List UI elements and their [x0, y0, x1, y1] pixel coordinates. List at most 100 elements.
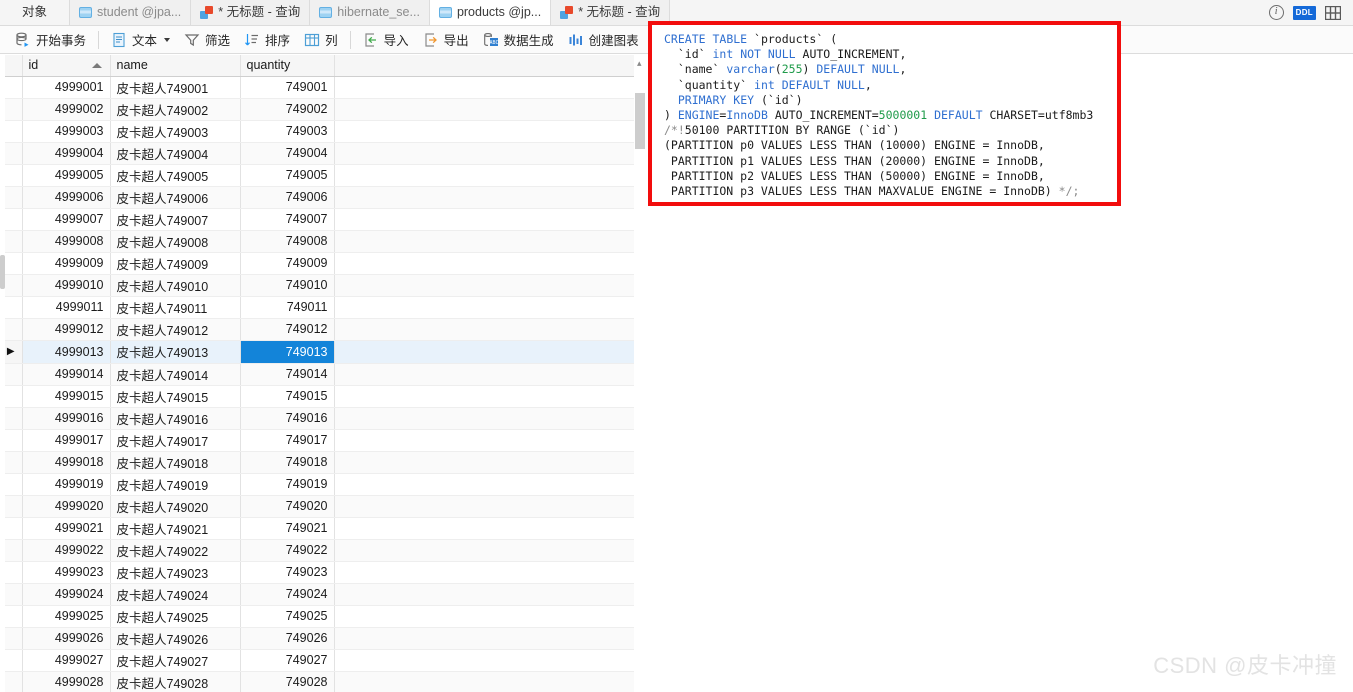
left-edge-scrollbar-thumb[interactable] [0, 255, 5, 289]
data-grid[interactable]: id name quantity 4999001 皮卡超人749001 749001… [0, 55, 646, 692]
cell-name[interactable]: 皮卡超人749013 [110, 340, 241, 364]
table-row[interactable]: 4999021 皮卡超人749021 749021 [0, 517, 645, 540]
cell-quantity[interactable]: 749025 [240, 605, 335, 628]
cell-id[interactable]: 4999015 [22, 385, 111, 408]
cell-quantity[interactable]: 749023 [240, 561, 335, 584]
cell-name[interactable]: 皮卡超人749025 [110, 605, 241, 628]
cell-id[interactable]: 4999005 [22, 164, 111, 187]
cell-quantity[interactable]: 749022 [240, 539, 335, 562]
filter-button[interactable]: 筛选 [177, 28, 237, 52]
table-row[interactable]: 4999010 皮卡超人749010 749010 [0, 274, 645, 297]
cell-quantity[interactable]: 749012 [240, 318, 335, 341]
tab-objects[interactable]: 对象 [0, 0, 71, 25]
cell-name[interactable]: 皮卡超人749015 [110, 385, 241, 408]
cell-id[interactable]: 4999010 [22, 274, 111, 297]
cell-id[interactable]: 4999019 [22, 473, 111, 496]
left-edge-scrollbar[interactable] [0, 55, 5, 692]
cell-id[interactable]: 4999014 [22, 363, 111, 386]
export-button[interactable]: 导出 [416, 28, 476, 52]
cell-quantity[interactable]: 749006 [240, 186, 335, 209]
cell-name[interactable]: 皮卡超人749008 [110, 230, 241, 253]
table-row[interactable]: 4999026 皮卡超人749026 749026 [0, 627, 645, 650]
grid-vertical-scrollbar-thumb[interactable] [635, 93, 645, 149]
cell-quantity[interactable]: 749002 [240, 98, 335, 121]
cell-name[interactable]: 皮卡超人749023 [110, 561, 241, 584]
table-row[interactable]: 4999027 皮卡超人749027 749027 [0, 649, 645, 672]
cell-id[interactable]: 4999027 [22, 649, 111, 672]
table-row[interactable]: 4999003 皮卡超人749003 749003 [0, 120, 645, 143]
cell-name[interactable]: 皮卡超人749004 [110, 142, 241, 165]
cell-quantity[interactable]: 749024 [240, 583, 335, 606]
cell-id[interactable]: 4999001 [22, 76, 111, 99]
cell-quantity[interactable]: 749018 [240, 451, 335, 474]
cell-id[interactable]: 4999013 [22, 340, 111, 364]
table-row[interactable]: 4999011 皮卡超人749011 749011 [0, 296, 645, 319]
cell-id[interactable]: 4999028 [22, 671, 111, 692]
table-row[interactable]: 4999020 皮卡超人749020 749020 [0, 495, 645, 518]
table-row[interactable]: 4999015 皮卡超人749015 749015 [0, 385, 645, 408]
cell-name[interactable]: 皮卡超人749017 [110, 429, 241, 452]
cell-quantity[interactable]: 749028 [240, 671, 335, 692]
cell-name[interactable]: 皮卡超人749010 [110, 274, 241, 297]
ddl-sql-text[interactable]: CREATE TABLE `products` ( `id` int NOT N… [664, 32, 1113, 199]
cell-quantity[interactable]: 749005 [240, 164, 335, 187]
tab-1[interactable]: * 无标题 - 查询 [191, 0, 311, 25]
table-row[interactable]: 4999004 皮卡超人749004 749004 [0, 142, 645, 165]
columns-button[interactable]: 列 [297, 28, 345, 52]
cell-id[interactable]: 4999025 [22, 605, 111, 628]
tab-2[interactable]: hibernate_se... [310, 0, 430, 25]
table-row[interactable]: 4999025 皮卡超人749025 749025 [0, 605, 645, 628]
cell-quantity[interactable]: 749026 [240, 627, 335, 650]
grid-layout-icon[interactable] [1325, 5, 1341, 20]
cell-name[interactable]: 皮卡超人749026 [110, 627, 241, 650]
cell-quantity[interactable]: 749011 [240, 296, 335, 319]
cell-quantity[interactable]: 749020 [240, 495, 335, 518]
cell-quantity[interactable]: 749001 [240, 76, 335, 99]
sort-button[interactable]: 排序 [237, 28, 297, 52]
cell-name[interactable]: 皮卡超人749022 [110, 539, 241, 562]
cell-name[interactable]: 皮卡超人749006 [110, 186, 241, 209]
cell-id[interactable]: 4999007 [22, 208, 111, 231]
table-row[interactable]: 4999001 皮卡超人749001 749001 [0, 76, 645, 99]
column-header-quantity[interactable]: quantity [240, 55, 335, 77]
table-row[interactable]: 4999017 皮卡超人749017 749017 [0, 429, 645, 452]
table-row[interactable]: ▶ 4999013 皮卡超人749013 749013 [0, 340, 645, 364]
cell-name[interactable]: 皮卡超人749028 [110, 671, 241, 692]
cell-quantity[interactable]: 749014 [240, 363, 335, 386]
table-row[interactable]: 4999009 皮卡超人749009 749009 [0, 252, 645, 275]
tab-0[interactable]: student @jpa... [70, 0, 192, 25]
table-row[interactable]: 4999019 皮卡超人749019 749019 [0, 473, 645, 496]
data-generation-button[interactable]: ABC 数据生成 [476, 28, 561, 52]
cell-id[interactable]: 4999006 [22, 186, 111, 209]
cell-quantity[interactable]: 749003 [240, 120, 335, 143]
cell-name[interactable]: 皮卡超人749014 [110, 363, 241, 386]
create-chart-button[interactable]: 创建图表 [561, 28, 646, 52]
cell-name[interactable]: 皮卡超人749002 [110, 98, 241, 121]
cell-quantity[interactable]: 749007 [240, 208, 335, 231]
column-header-id[interactable]: id [22, 55, 111, 77]
cell-quantity[interactable]: 749021 [240, 517, 335, 540]
cell-id[interactable]: 4999020 [22, 495, 111, 518]
tab-3[interactable]: products @jp... [429, 0, 552, 25]
cell-id[interactable]: 4999026 [22, 627, 111, 650]
cell-quantity[interactable]: 749004 [240, 142, 335, 165]
cell-name[interactable]: 皮卡超人749018 [110, 451, 241, 474]
cell-name[interactable]: 皮卡超人749021 [110, 517, 241, 540]
cell-id[interactable]: 4999021 [22, 517, 111, 540]
cell-quantity[interactable]: 749017 [240, 429, 335, 452]
cell-id[interactable]: 4999011 [22, 296, 111, 319]
table-row[interactable]: 4999002 皮卡超人749002 749002 [0, 98, 645, 121]
cell-name[interactable]: 皮卡超人749007 [110, 208, 241, 231]
cell-quantity[interactable]: 749019 [240, 473, 335, 496]
cell-quantity[interactable]: 749016 [240, 407, 335, 430]
cell-quantity[interactable]: 749009 [240, 252, 335, 275]
column-header-name[interactable]: name [110, 55, 241, 77]
cell-name[interactable]: 皮卡超人749005 [110, 164, 241, 187]
cell-quantity[interactable]: 749013 [240, 340, 335, 364]
table-row[interactable]: 4999023 皮卡超人749023 749023 [0, 561, 645, 584]
table-row[interactable]: 4999007 皮卡超人749007 749007 [0, 208, 645, 231]
cell-name[interactable]: 皮卡超人749009 [110, 252, 241, 275]
text-button[interactable]: 文本 [104, 28, 177, 52]
grid-vertical-scrollbar[interactable]: ▴ [634, 55, 646, 692]
cell-id[interactable]: 4999018 [22, 451, 111, 474]
